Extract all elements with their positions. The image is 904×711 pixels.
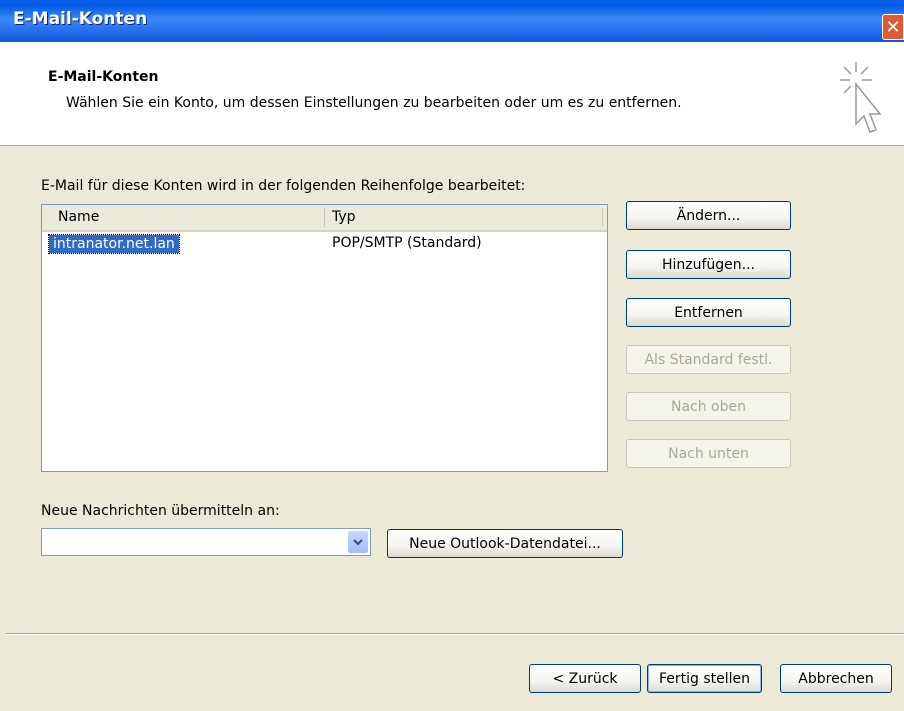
column-separator[interactable] xyxy=(602,208,603,227)
move-up-button[interactable]: Nach oben xyxy=(626,392,791,421)
change-button[interactable]: Ändern... xyxy=(626,201,791,230)
accounts-list-label: E-Mail für diese Konten wird in der folg… xyxy=(41,178,526,194)
chevron-down-icon[interactable] xyxy=(348,531,368,553)
set-default-button[interactable]: Als Standard festl. xyxy=(626,345,791,374)
add-button[interactable]: Hinzufügen... xyxy=(626,250,791,279)
close-icon[interactable]: ✕ xyxy=(882,14,904,40)
account-name-cell[interactable]: intranator.net.lan xyxy=(48,234,180,254)
list-header: Name Typ xyxy=(42,205,607,232)
finish-button[interactable]: Fertig stellen xyxy=(647,664,762,693)
column-header-type[interactable]: Typ xyxy=(332,209,356,225)
column-separator[interactable] xyxy=(324,208,325,227)
title-bar: E-Mail-Konten ✕ xyxy=(0,0,904,42)
table-row[interactable]: intranator.net.lan POP/SMTP (Standard) xyxy=(42,234,607,256)
cancel-button[interactable]: Abbrechen xyxy=(780,664,892,693)
window-title: E-Mail-Konten xyxy=(13,9,148,29)
column-header-name[interactable]: Name xyxy=(58,209,99,225)
header-subtitle: Wählen Sie ein Konto, um dessen Einstell… xyxy=(66,95,682,111)
delivery-select[interactable] xyxy=(41,528,371,556)
move-down-button[interactable]: Nach unten xyxy=(626,439,791,468)
remove-button[interactable]: Entfernen xyxy=(626,298,791,327)
wizard-sparkle-cursor-icon xyxy=(840,62,882,133)
wizard-header: E-Mail-Konten Wählen Sie ein Konto, um d… xyxy=(0,42,904,146)
accounts-list[interactable]: Name Typ intranator.net.lan POP/SMTP (St… xyxy=(41,204,608,472)
back-button[interactable]: < Zurück xyxy=(529,664,641,693)
header-title: E-Mail-Konten xyxy=(48,69,159,85)
account-type-cell[interactable]: POP/SMTP (Standard) xyxy=(332,235,482,251)
footer-divider xyxy=(6,633,904,635)
new-outlook-data-file-button[interactable]: Neue Outlook-Datendatei... xyxy=(387,529,623,558)
delivery-label: Neue Nachrichten übermitteln an: xyxy=(41,503,280,519)
